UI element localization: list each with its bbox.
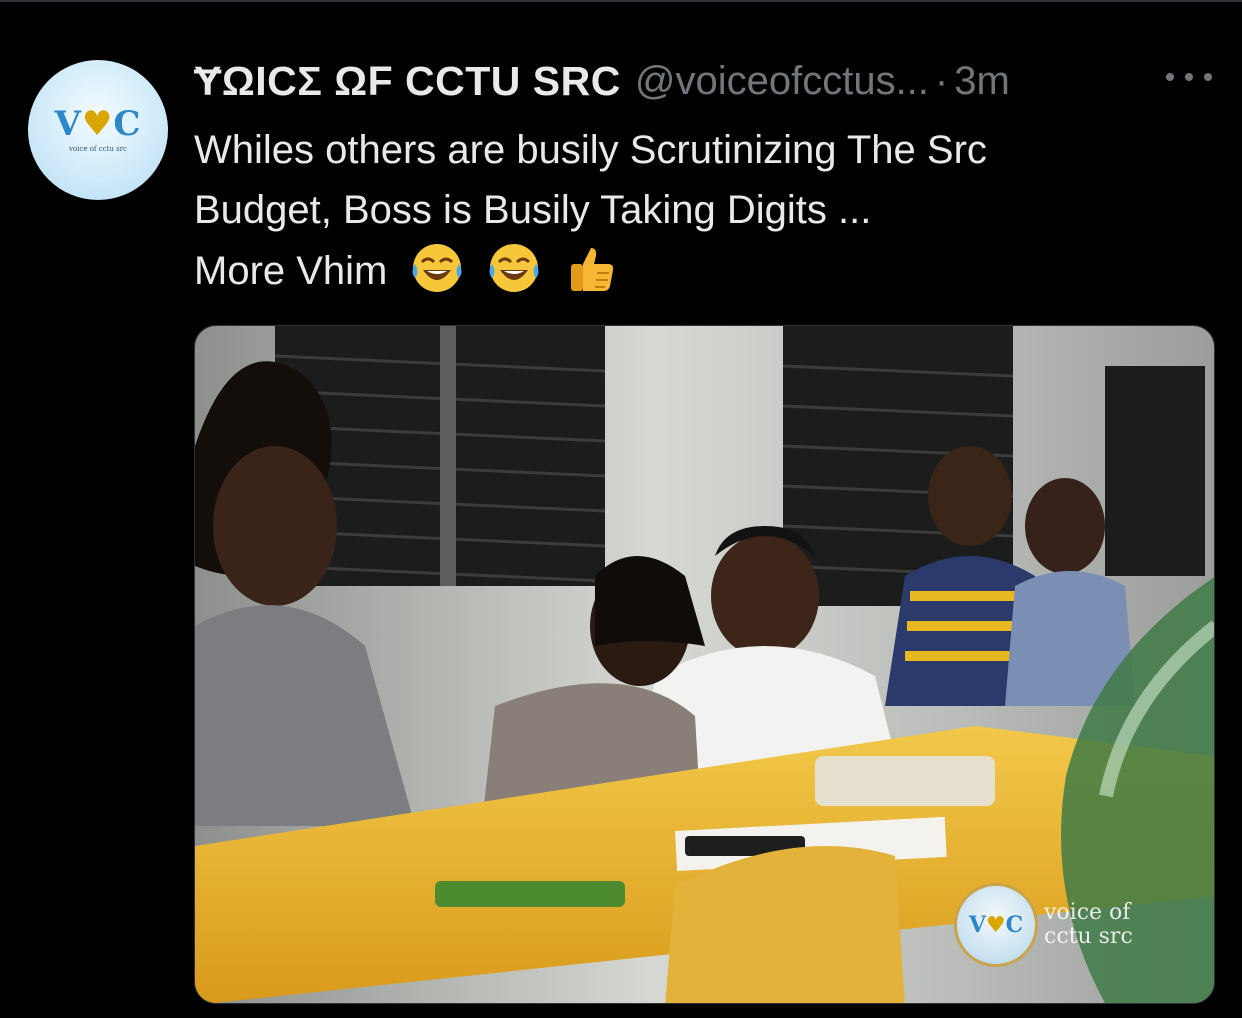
- tweet-text-line-with-emoji: More Vhim: [194, 240, 1204, 301]
- tweet-header: ɎΩICΣ ΩF CCTU SRC @voiceofcctus... · 3m: [194, 56, 1010, 106]
- avatar-logo: V♥C: [55, 107, 142, 141]
- tweet-text-line: Whiles others are busily Scrutinizing Th…: [194, 128, 987, 172]
- more-options-icon[interactable]: [1166, 62, 1212, 92]
- watermark-text-line: voice of: [1044, 900, 1131, 925]
- more-dot: [1185, 73, 1193, 81]
- separator: ·: [934, 58, 949, 103]
- avatar-caption: voice of cctu src: [69, 145, 127, 153]
- watermark: V ♥ C voice of cctu src: [954, 883, 1144, 967]
- tweet-photo[interactable]: V ♥ C voice of cctu src: [194, 325, 1215, 1004]
- tweet-text-line: More Vhim: [194, 249, 388, 293]
- timestamp[interactable]: 3m: [954, 59, 1010, 104]
- face-with-tears-of-joy-icon: [486, 240, 542, 296]
- watermark-logo-left: V: [968, 912, 986, 938]
- watermark-logo-mid: ♥: [985, 912, 1006, 938]
- face-with-tears-of-joy-icon: [409, 240, 465, 296]
- watermark-logo: V ♥ C: [954, 883, 1038, 967]
- tweet-text-line: Budget, Boss is Busily Taking Digits ...: [194, 188, 872, 232]
- display-name[interactable]: ɎΩICΣ ΩF CCTU SRC: [194, 58, 621, 105]
- tweet-text: Whiles others are busily Scrutinizing Th…: [194, 120, 1204, 301]
- divider: [0, 0, 1242, 2]
- more-dot: [1204, 73, 1212, 81]
- user-handle[interactable]: @voiceofcctus...: [635, 59, 929, 104]
- avatar[interactable]: V♥C voice of cctu src: [28, 60, 168, 200]
- watermark-text-line: cctu src: [1044, 924, 1133, 949]
- more-dot: [1166, 73, 1174, 81]
- avatar-logo-right: C: [113, 104, 142, 144]
- watermark-text: voice of cctu src: [1044, 901, 1144, 949]
- avatar-logo-left: V: [54, 104, 82, 144]
- thumbs-up-icon: [563, 240, 619, 296]
- tweet-card[interactable]: V♥C voice of cctu src ɎΩICΣ ΩF CCTU SRC …: [0, 0, 1242, 1018]
- watermark-logo-right: C: [1005, 912, 1024, 938]
- avatar-logo-mid: ♥: [81, 104, 114, 144]
